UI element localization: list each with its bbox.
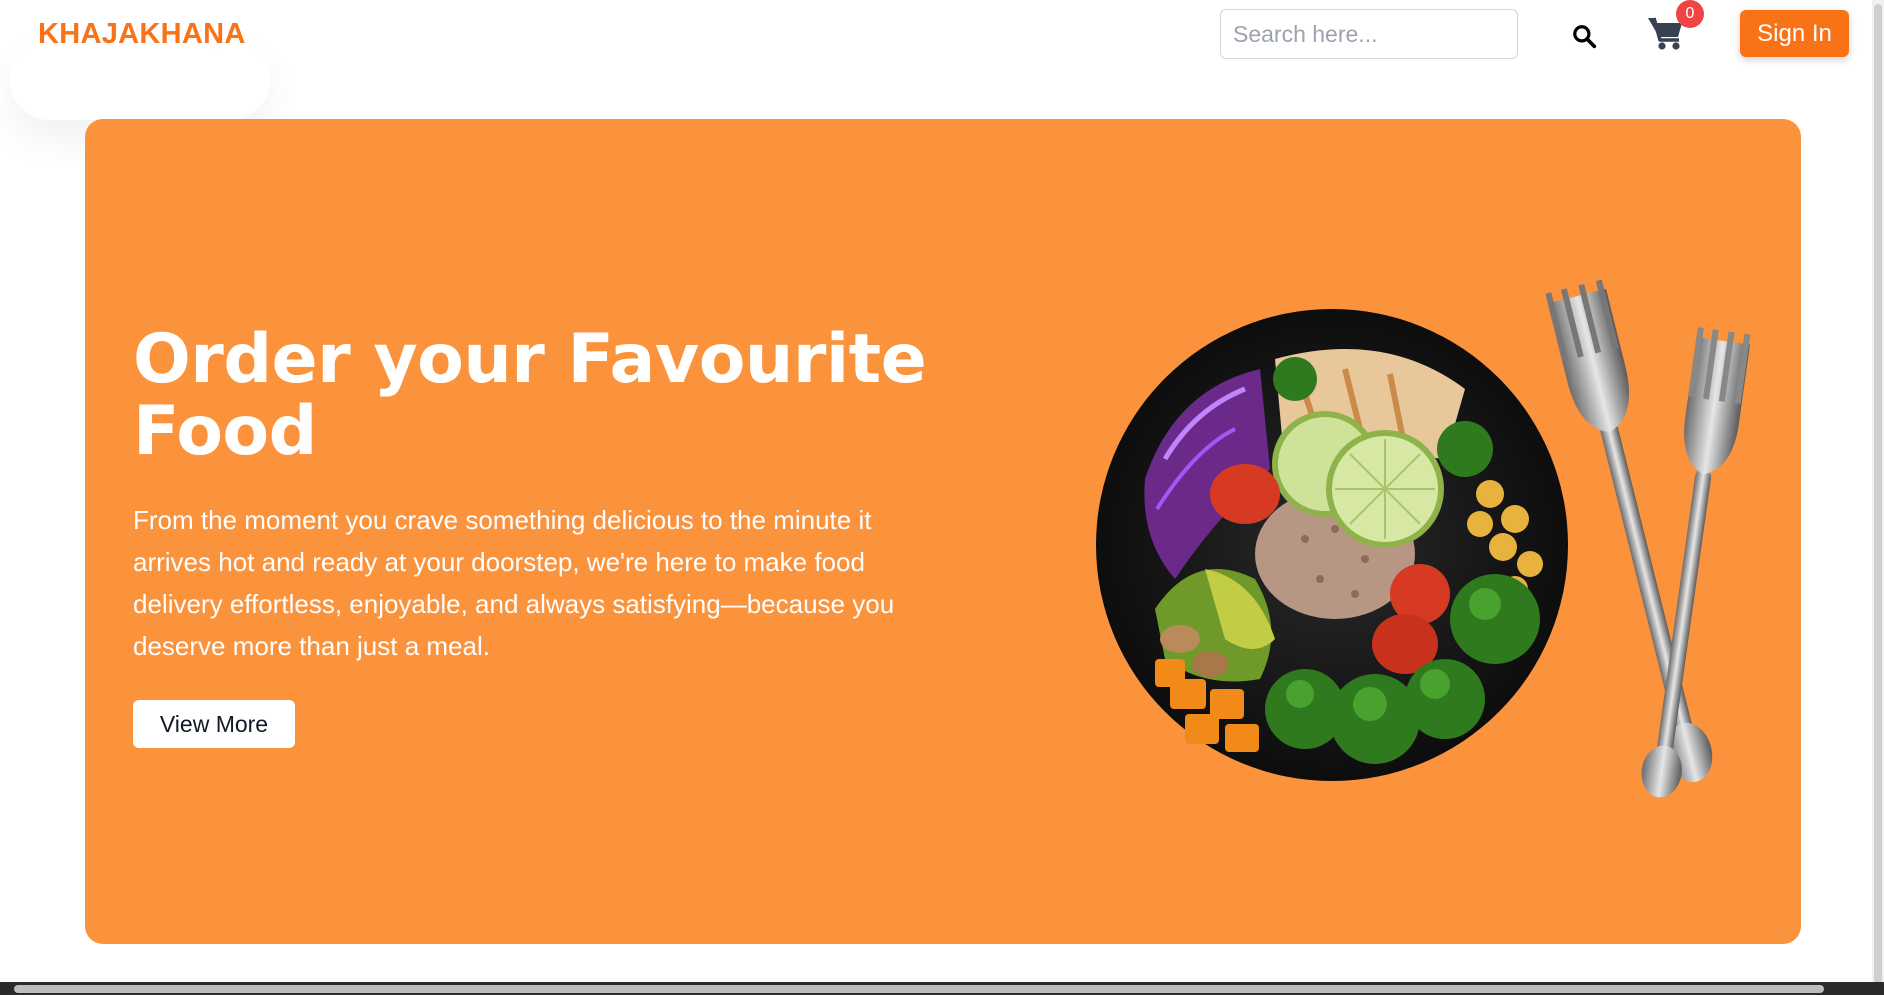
page: KHAJAKHANA 0 Sign In Order your Favourit… xyxy=(0,0,1884,995)
horizontal-scrollbar[interactable] xyxy=(0,982,1884,995)
sign-in-button[interactable]: Sign In xyxy=(1740,10,1849,57)
search-icon xyxy=(1573,25,1597,49)
logo[interactable]: KHAJAKHANA xyxy=(38,18,246,51)
logo-shadow xyxy=(10,40,270,120)
view-more-button[interactable]: View More xyxy=(133,700,295,748)
hero-description: From the moment you crave something deli… xyxy=(133,505,895,661)
bowl xyxy=(1096,309,1568,781)
vertical-scrollbar-thumb[interactable] xyxy=(1874,4,1882,984)
cart-count-badge: 0 xyxy=(1676,0,1704,28)
horizontal-scrollbar-thumb[interactable] xyxy=(14,985,1824,993)
search-input[interactable] xyxy=(1220,9,1518,59)
forks xyxy=(1545,279,1751,798)
navbar: KHAJAKHANA 0 Sign In xyxy=(0,0,1872,72)
search-button[interactable] xyxy=(1566,18,1602,54)
hero-banner: Order your Favourite Food From the momen… xyxy=(85,119,1801,944)
food-bowl-image xyxy=(1096,279,1751,798)
hero-title: Order your Favourite Food xyxy=(133,320,927,471)
vertical-scrollbar[interactable] xyxy=(1872,0,1884,995)
